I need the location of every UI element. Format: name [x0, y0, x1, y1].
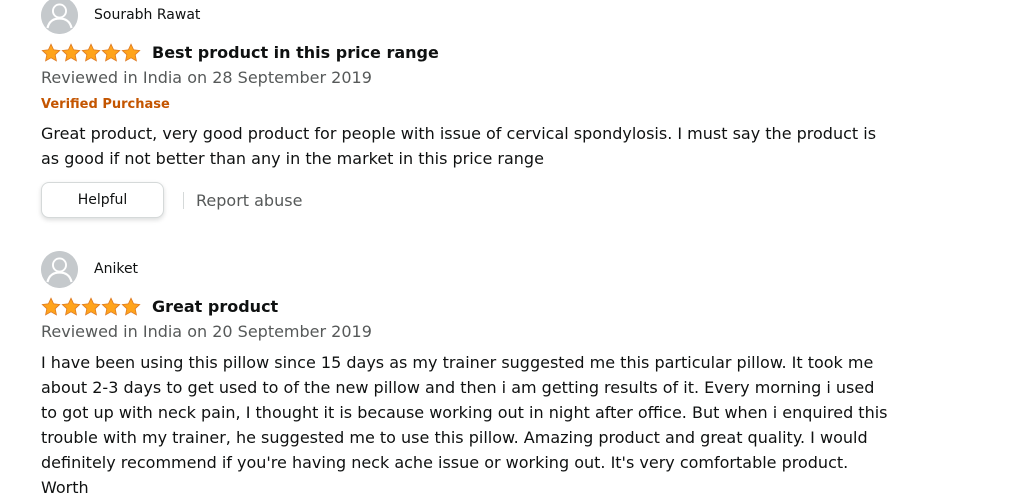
avatar-icon: [41, 251, 78, 288]
review-title-row: Best product in this price range: [41, 41, 439, 65]
report-abuse-link[interactable]: Report abuse: [196, 191, 302, 210]
star-icon: [121, 297, 141, 316]
review-title-row: Great product: [41, 295, 278, 319]
action-divider: [183, 191, 184, 209]
star-icon: [81, 43, 101, 62]
star-icon: [41, 43, 61, 62]
review-body: I have been using this pillow since 15 d…: [41, 353, 888, 497]
star-icon: [41, 297, 61, 316]
review-card: Aniket Great product Reviewed in India o…: [41, 251, 901, 497]
star-rating[interactable]: [41, 297, 141, 317]
review-date: Reviewed in India on 20 September 2019: [41, 322, 372, 341]
reviewer-profile[interactable]: [41, 251, 78, 288]
star-icon: [61, 43, 81, 62]
review-title[interactable]: Best product in this price range: [152, 42, 439, 64]
star-icon: [101, 43, 121, 62]
reviewer-name[interactable]: Aniket: [94, 260, 138, 278]
review-body: Great product, very good product for peo…: [41, 124, 877, 168]
helpful-button[interactable]: Helpful: [41, 182, 164, 218]
star-icon: [81, 297, 101, 316]
star-icon: [121, 43, 141, 62]
reviewer-profile[interactable]: [41, 0, 78, 34]
avatar-icon: [41, 0, 78, 34]
star-icon: [101, 297, 121, 316]
review-card: Sourabh Rawat Best product in this price…: [41, 0, 901, 230]
review-actions: Helpful Report abuse: [41, 182, 302, 218]
review-title[interactable]: Great product: [152, 296, 278, 318]
star-icon: [61, 297, 81, 316]
review-date: Reviewed in India on 28 September 2019: [41, 68, 372, 87]
star-rating[interactable]: [41, 43, 141, 63]
verified-purchase-badge: Verified Purchase: [41, 97, 170, 112]
reviewer-name[interactable]: Sourabh Rawat: [94, 6, 200, 24]
